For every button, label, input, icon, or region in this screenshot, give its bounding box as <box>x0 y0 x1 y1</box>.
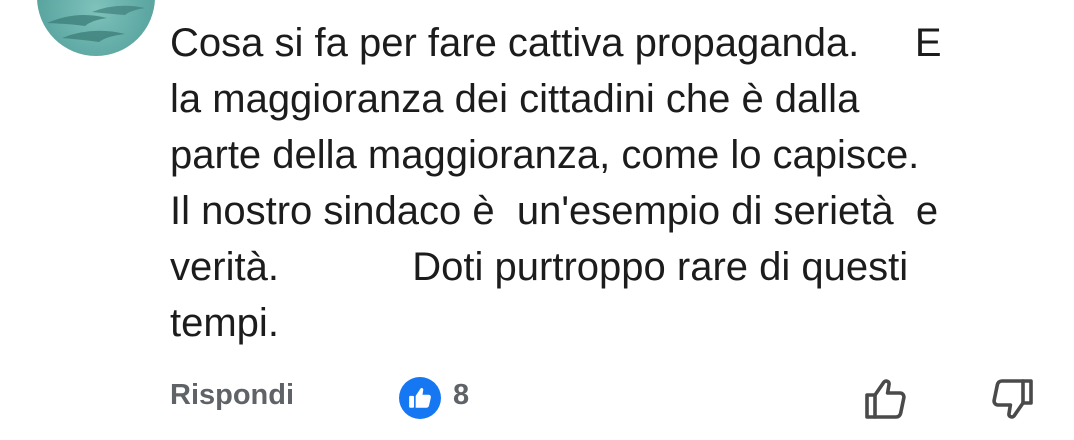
comment-line: Il nostro sindaco è un'esempio di seriet… <box>170 189 939 233</box>
comment-actions: Rispondi 8 <box>0 370 1074 426</box>
comment-line: la maggioranza dei cittadini che è dalla <box>170 77 860 121</box>
thumbs-up-icon <box>399 377 441 419</box>
dolphins-image <box>47 5 145 42</box>
comment-line: verità. Doti purtroppo rare di questi <box>170 245 909 289</box>
like-count: 8 <box>453 379 470 411</box>
thumbs-down-outline-icon[interactable] <box>988 375 1036 423</box>
thumbs-up-outline-icon[interactable] <box>862 375 910 423</box>
avatar[interactable] <box>37 0 155 56</box>
comment-line: Cosa si fa per fare cattiva propaganda. … <box>170 21 942 65</box>
comment-text: Cosa si fa per fare cattiva propaganda. … <box>170 15 1050 351</box>
reply-button[interactable]: Rispondi <box>170 379 294 412</box>
comment-line: parte della maggioranza, come lo capisce… <box>170 133 920 177</box>
comment-line: tempi. <box>170 301 279 345</box>
